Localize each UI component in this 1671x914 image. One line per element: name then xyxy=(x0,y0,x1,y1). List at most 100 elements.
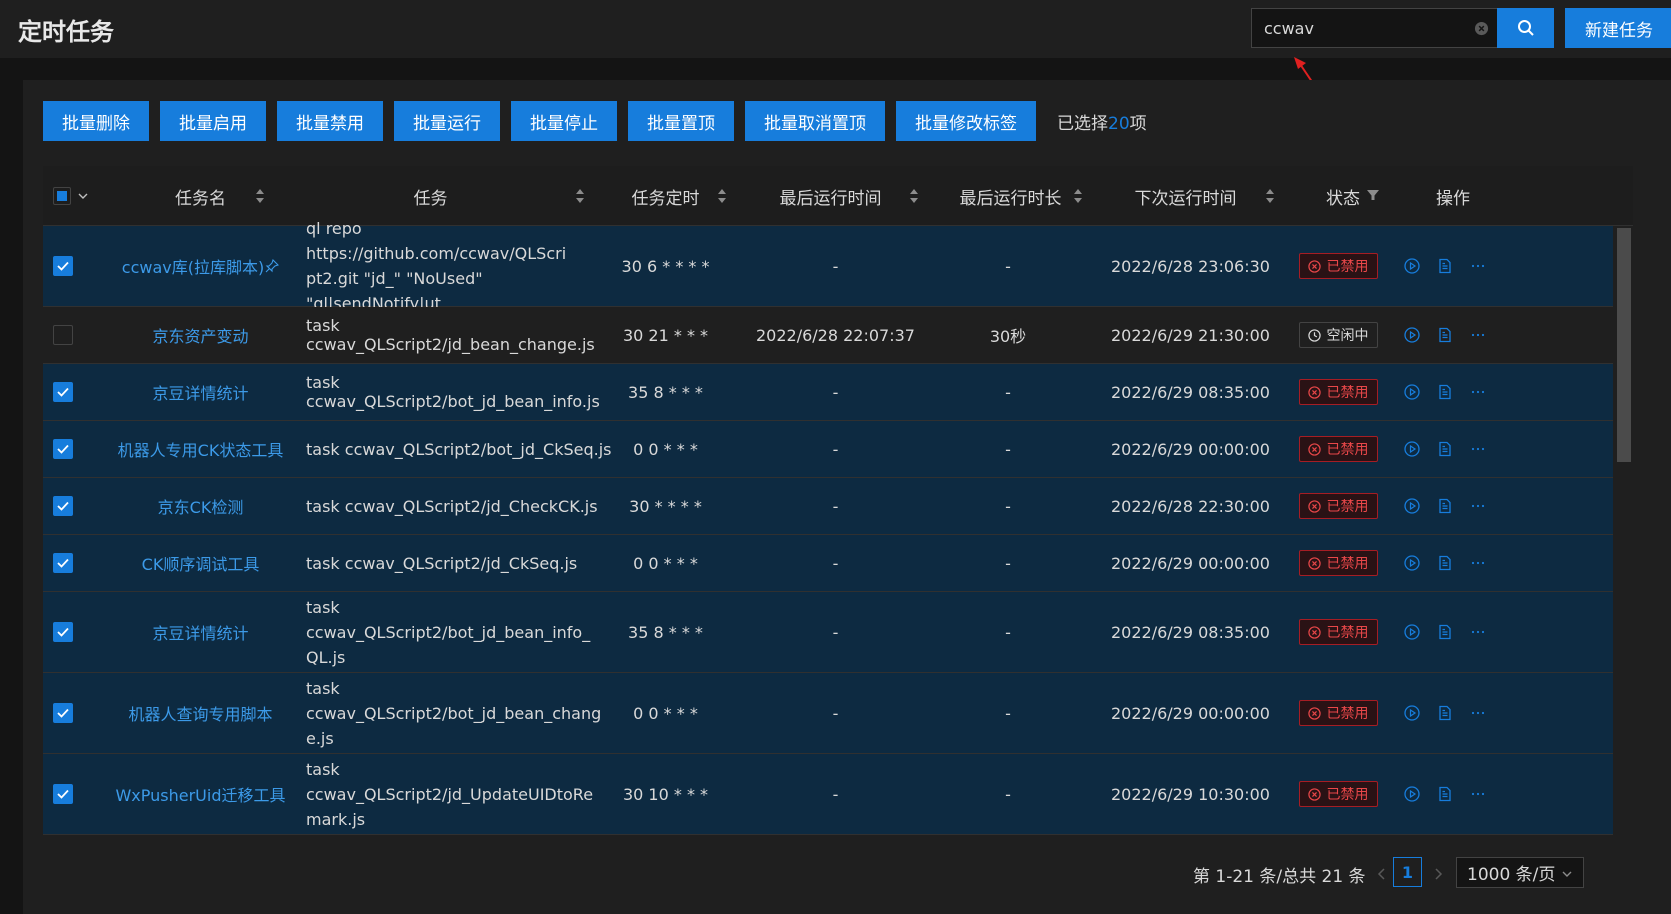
select-all-control[interactable] xyxy=(53,166,93,226)
play-icon[interactable] xyxy=(1404,327,1420,343)
more-icon[interactable] xyxy=(1470,624,1486,640)
play-icon[interactable] xyxy=(1404,555,1420,571)
col-last-run[interactable]: 最后运行时间 xyxy=(743,166,918,226)
batch-delete-button[interactable]: 批量删除 xyxy=(43,101,149,141)
actions-cell xyxy=(1404,535,1514,591)
chevron-down-icon[interactable] xyxy=(77,190,89,202)
more-icon[interactable] xyxy=(1470,384,1486,400)
log-file-icon[interactable] xyxy=(1437,786,1453,802)
sort-icon[interactable] xyxy=(1265,187,1275,205)
page-size-select[interactable]: 1000 条/页 xyxy=(1456,857,1584,888)
log-file-icon[interactable] xyxy=(1437,384,1453,400)
play-icon[interactable] xyxy=(1404,624,1420,640)
schedule-value: 30 10 * * * xyxy=(622,784,709,804)
log-file-icon[interactable] xyxy=(1437,624,1453,640)
more-icon[interactable] xyxy=(1470,327,1486,343)
col-next-run[interactable]: 下次运行时间 xyxy=(1098,166,1273,226)
row-checkbox-cell xyxy=(53,307,83,363)
row-checkbox[interactable] xyxy=(53,382,73,402)
search-box[interactable] xyxy=(1251,8,1497,48)
task-name-link[interactable]: 机器人查询专用脚本 xyxy=(128,701,272,725)
more-icon[interactable] xyxy=(1470,705,1486,721)
log-file-icon[interactable] xyxy=(1437,441,1453,457)
row-checkbox-cell xyxy=(53,226,83,306)
search-button[interactable] xyxy=(1497,8,1554,48)
more-icon[interactable] xyxy=(1470,258,1486,274)
close-circle-icon xyxy=(1307,556,1321,570)
task-name-link[interactable]: 京豆详情统计 xyxy=(152,620,248,644)
task-name-link[interactable]: ccwav库(拉库脚本) xyxy=(122,254,264,278)
col-last-duration[interactable]: 最后运行时长 xyxy=(923,166,1098,226)
col-schedule[interactable]: 任务定时 xyxy=(603,166,728,226)
table-scrollbar-thumb[interactable] xyxy=(1617,228,1631,462)
select-all-checkbox[interactable] xyxy=(53,187,71,205)
filter-icon[interactable] xyxy=(1366,188,1380,202)
page-number-current[interactable]: 1 xyxy=(1393,857,1422,887)
batch-pin-button[interactable]: 批量置顶 xyxy=(628,101,734,141)
search-input[interactable] xyxy=(1252,9,1452,47)
clear-icon[interactable] xyxy=(1474,21,1489,36)
table-row[interactable]: 京豆详情统计 task ccwav_QLScript2/bot_jd_bean_… xyxy=(43,364,1613,421)
table-row[interactable]: 京东资产变动 task ccwav_QLScript2/jd_bean_chan… xyxy=(43,307,1613,364)
table-row[interactable]: WxPusherUid迁移工具 task ccwav_QLScript2/jd_… xyxy=(43,754,1613,835)
table-row[interactable]: 京豆详情统计 task ccwav_QLScript2/bot_jd_bean_… xyxy=(43,592,1613,673)
prev-page-icon[interactable] xyxy=(1377,868,1387,880)
row-checkbox[interactable] xyxy=(53,622,73,642)
row-checkbox[interactable] xyxy=(53,784,73,804)
command-cell: ql repo https://github.com/ccwav/QLScri p… xyxy=(306,219,616,313)
batch-stop-button[interactable]: 批量停止 xyxy=(511,101,617,141)
row-checkbox[interactable] xyxy=(53,325,73,345)
table-row[interactable]: CK顺序调试工具 task ccwav_QLScript2/jd_CkSeq.j… xyxy=(43,535,1613,592)
next-run-cell: 2022/6/28 23:06:30 xyxy=(1098,226,1283,306)
task-name-link[interactable]: 京东资产变动 xyxy=(152,323,248,347)
batch-edit-labels-button[interactable]: 批量修改标签 xyxy=(896,101,1036,141)
play-icon[interactable] xyxy=(1404,258,1420,274)
sort-icon[interactable] xyxy=(909,187,919,205)
log-file-icon[interactable] xyxy=(1437,555,1453,571)
more-icon[interactable] xyxy=(1470,498,1486,514)
row-checkbox[interactable] xyxy=(53,256,73,276)
task-name-link[interactable]: 京东CK检测 xyxy=(158,494,244,518)
more-icon[interactable] xyxy=(1470,441,1486,457)
new-task-button[interactable]: 新建任务 xyxy=(1565,8,1671,48)
duration-value: - xyxy=(1005,256,1011,276)
schedule-value: 0 0 * * * xyxy=(633,439,698,459)
page-scrollbar[interactable] xyxy=(1645,80,1671,914)
col-task-name[interactable]: 任务名 xyxy=(103,166,298,226)
task-name-link[interactable]: CK顺序调试工具 xyxy=(142,551,260,575)
log-file-icon[interactable] xyxy=(1437,327,1453,343)
page-size-value: 1000 条/页 xyxy=(1467,865,1556,885)
play-icon[interactable] xyxy=(1404,705,1420,721)
sort-icon[interactable] xyxy=(575,187,585,205)
batch-run-button[interactable]: 批量运行 xyxy=(394,101,500,141)
log-file-icon[interactable] xyxy=(1437,258,1453,274)
table-row[interactable]: 机器人专用CK状态工具 task ccwav_QLScript2/bot_jd_… xyxy=(43,421,1613,478)
batch-enable-button[interactable]: 批量启用 xyxy=(160,101,266,141)
table-row[interactable]: ccwav库(拉库脚本) ql repo https://github.com/… xyxy=(43,219,1613,313)
more-icon[interactable] xyxy=(1470,555,1486,571)
row-checkbox[interactable] xyxy=(53,703,73,723)
batch-disable-button[interactable]: 批量禁用 xyxy=(277,101,383,141)
table-row[interactable]: 京东CK检测 task ccwav_QLScript2/jd_CheckCK.j… xyxy=(43,478,1613,535)
play-icon[interactable] xyxy=(1404,498,1420,514)
batch-unpin-button[interactable]: 批量取消置顶 xyxy=(745,101,885,141)
row-checkbox[interactable] xyxy=(53,553,73,573)
task-name-link[interactable]: 京豆详情统计 xyxy=(152,380,248,404)
play-icon[interactable] xyxy=(1404,441,1420,457)
next-page-icon[interactable] xyxy=(1433,868,1443,880)
row-checkbox[interactable] xyxy=(53,439,73,459)
log-file-icon[interactable] xyxy=(1437,498,1453,514)
sort-icon[interactable] xyxy=(1073,187,1083,205)
table-row[interactable]: 机器人查询专用脚本 task ccwav_QLScript2/bot_jd_be… xyxy=(43,673,1613,754)
play-icon[interactable] xyxy=(1404,384,1420,400)
last-run-cell: - xyxy=(743,478,928,534)
play-icon[interactable] xyxy=(1404,786,1420,802)
log-file-icon[interactable] xyxy=(1437,705,1453,721)
sort-icon[interactable] xyxy=(255,187,265,205)
row-checkbox[interactable] xyxy=(53,496,73,516)
task-name-link[interactable]: WxPusherUid迁移工具 xyxy=(115,782,285,806)
more-icon[interactable] xyxy=(1470,786,1486,802)
sort-icon[interactable] xyxy=(717,187,727,205)
task-name-link[interactable]: 机器人专用CK状态工具 xyxy=(118,437,284,461)
actions-cell xyxy=(1404,754,1514,834)
